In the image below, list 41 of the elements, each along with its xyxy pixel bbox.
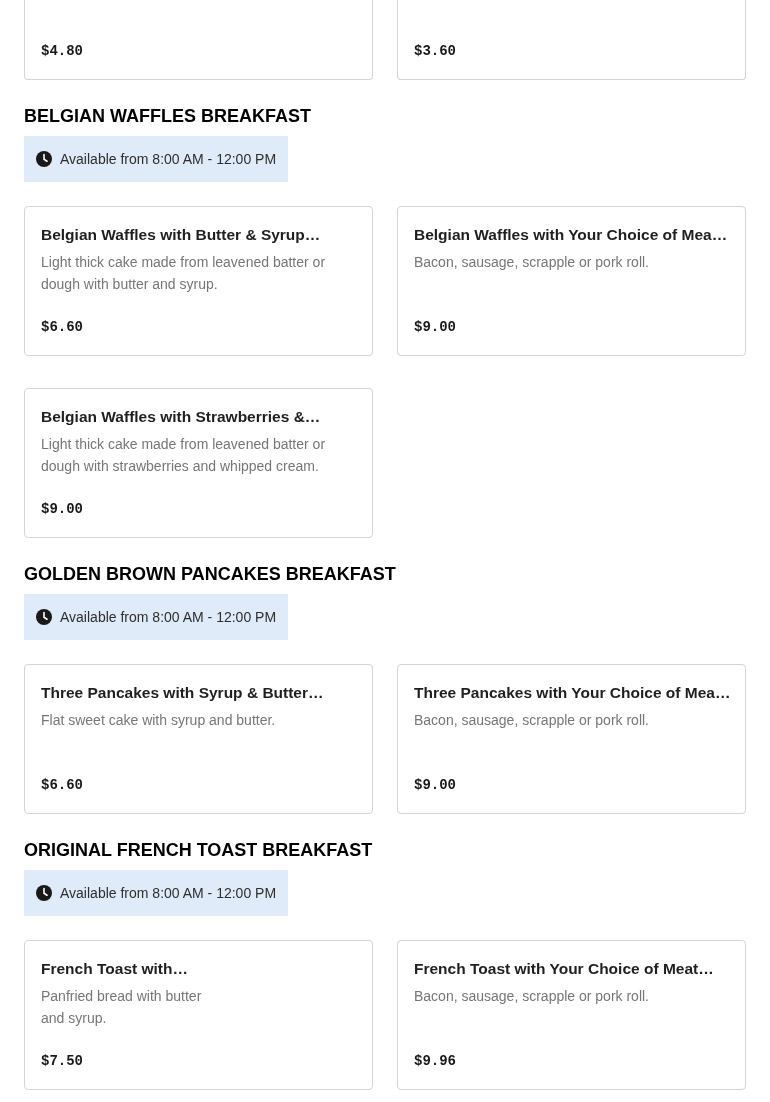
item-description: Bacon, sausage, scrapple or pork roll.	[414, 711, 650, 730]
item-description: Bacon, sausage, scrapple or pork roll.	[414, 987, 650, 1006]
item-description: Panfried bread with butter and syrup.	[41, 987, 203, 1028]
menu-item-card[interactable]: Belgian Waffles with Your Choice of Mea… Bacon, sausage, scrapple or pork roll. $9.00	[397, 206, 746, 356]
item-description: Light thick cake made from leavened batter or dough with butter and syrup.	[41, 253, 327, 294]
menu-item-card[interactable]: Belgian Waffles with Butter & Syrup… Light thick cake made from leavened batter or dough with butter and syrup. $6.60	[24, 206, 373, 356]
item-price: $9.00	[41, 501, 83, 517]
item-price: $6.60	[41, 319, 83, 335]
item-price: $3.60	[414, 43, 456, 59]
availability-text: Available from 8:00 AM - 12:00 PM	[60, 884, 277, 903]
availability-text: Available from 8:00 AM - 12:00 PM	[60, 150, 277, 169]
section-heading: GOLDEN BROWN PANCAKES BREAKFAST	[24, 563, 397, 586]
clock-icon	[36, 609, 52, 625]
section-heading: ORIGINAL FRENCH TOAST BREAKFAST	[24, 839, 374, 862]
item-title: Belgian Waffles with Your Choice of Mea…	[414, 225, 728, 245]
item-description: Light thick cake made from leavened batter or dough with strawberries and whipped cream.	[41, 435, 327, 476]
menu-item-card[interactable]: $3.60	[397, 0, 746, 80]
item-title: French Toast with…	[41, 959, 188, 979]
item-price: $4.80	[41, 43, 83, 59]
menu-item-card[interactable]: $4.80	[24, 0, 373, 80]
item-price: $7.50	[41, 1053, 83, 1069]
menu-item-card[interactable]: French Toast with… Panfried bread with butter and syrup. $7.50	[24, 940, 373, 1090]
item-title: French Toast with Your Choice of Meat…	[414, 959, 714, 979]
item-title: Belgian Waffles with Strawberries &…	[41, 407, 321, 427]
item-title: Belgian Waffles with Butter & Syrup…	[41, 225, 321, 245]
section-heading: BELGIAN WAFFLES BREAKFAST	[24, 105, 312, 128]
item-description: Flat sweet cake with syrup and butter.	[41, 711, 277, 730]
menu-item-card[interactable]: French Toast with Your Choice of Meat… Bacon, sausage, scrapple or pork roll. $9.96	[397, 940, 746, 1090]
menu-item-card[interactable]: Three Pancakes with Syrup & Butter… Flat sweet cake with syrup and butter. $6.60	[24, 664, 373, 814]
clock-icon	[36, 151, 52, 167]
clock-icon	[36, 885, 52, 901]
item-title: Three Pancakes with Syrup & Butter…	[41, 683, 324, 703]
item-description: Bacon, sausage, scrapple or pork roll.	[414, 253, 650, 272]
item-price: $9.00	[414, 777, 456, 793]
menu-item-card[interactable]: Three Pancakes with Your Choice of Mea… Bacon, sausage, scrapple or pork roll. $9.00	[397, 664, 746, 814]
menu-item-card[interactable]: Belgian Waffles with Strawberries &… Light thick cake made from leavened batter or dough with strawberries and whipped cream. $9.00	[24, 388, 373, 538]
item-title: Three Pancakes with Your Choice of Mea…	[414, 683, 731, 703]
item-price: $9.96	[414, 1053, 456, 1069]
item-price: $9.00	[414, 319, 456, 335]
item-price: $6.60	[41, 777, 83, 793]
availability-text: Available from 8:00 AM - 12:00 PM	[60, 608, 277, 627]
